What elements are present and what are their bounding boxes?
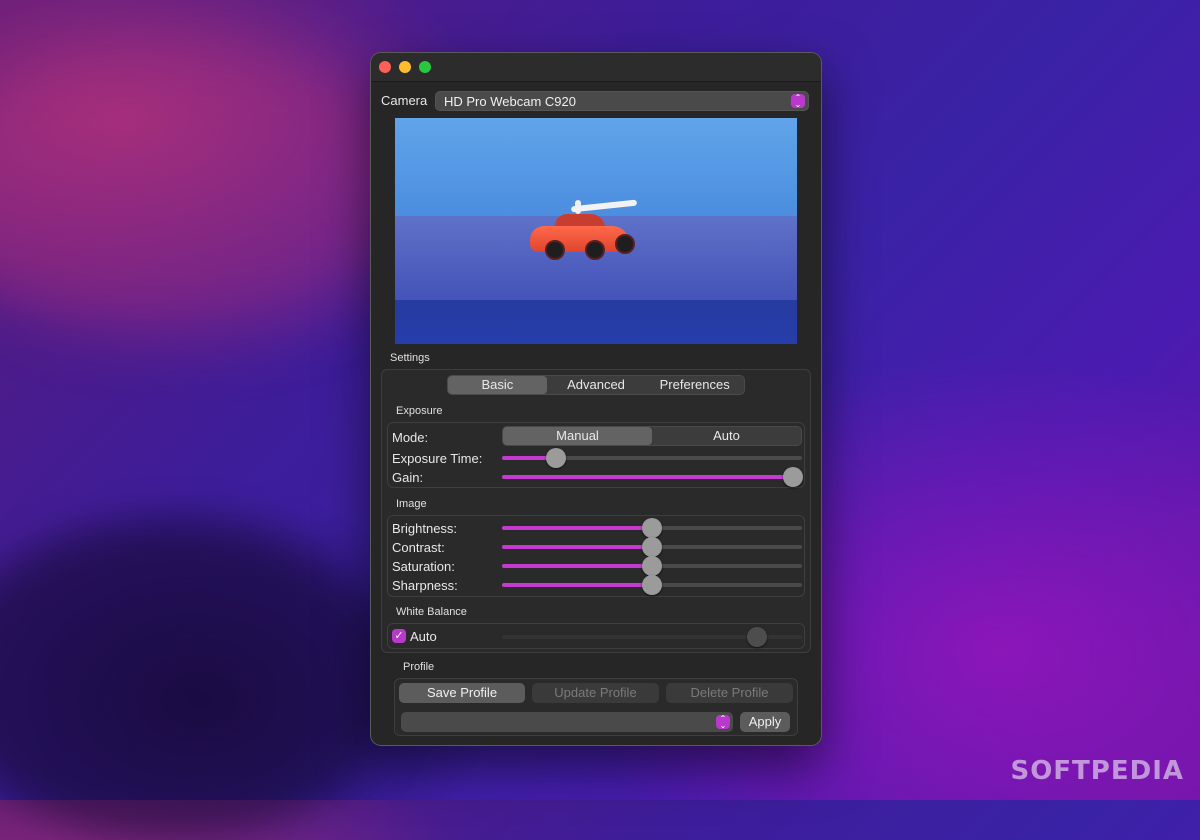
apply-button[interactable]: Apply: [740, 712, 790, 732]
profile-label: Profile: [403, 661, 435, 673]
slider-fill: [502, 526, 652, 530]
select-stepper-icon: ⌃ ⌄: [791, 94, 805, 109]
image-group: Brightness: Contrast: Saturation: Sharpn…: [387, 515, 805, 597]
camera-select[interactable]: HD Pro Webcam C920 ⌃ ⌄: [435, 91, 809, 111]
exposure-time-slider[interactable]: [502, 448, 802, 468]
slider-fill: [502, 475, 793, 479]
contrast-label: Contrast:: [392, 540, 445, 555]
settings-tabs: Basic Advanced Preferences: [447, 375, 745, 395]
title-bar: [371, 53, 821, 82]
delete-profile-button[interactable]: Delete Profile: [666, 683, 793, 703]
toy-car-wheel: [615, 234, 635, 254]
white-balance-slider: [502, 627, 802, 647]
sharpness-label: Sharpness:: [392, 578, 458, 593]
softpedia-watermark: SOFTPEDIA: [1010, 756, 1184, 786]
exposure-group: Mode: Manual Auto Exposure Time: Gain:: [387, 422, 805, 488]
slider-knob[interactable]: [642, 537, 662, 557]
close-window-button[interactable]: [379, 61, 391, 73]
settings-box: Basic Advanced Preferences Exposure Mode…: [381, 369, 811, 653]
exposure-mode-control: Manual Auto: [502, 426, 802, 446]
minimize-window-button[interactable]: [399, 61, 411, 73]
mode-manual[interactable]: Manual: [503, 427, 652, 445]
slider-knob[interactable]: [783, 467, 803, 487]
gain-slider[interactable]: [502, 467, 803, 487]
preview-shadow: [395, 300, 797, 344]
exposure-time-label: Exposure Time:: [392, 451, 483, 466]
white-balance-auto-checkbox[interactable]: ✓: [392, 629, 406, 643]
zoom-window-button[interactable]: [419, 61, 431, 73]
camera-select-value: HD Pro Webcam C920: [444, 94, 576, 109]
brightness-label: Brightness:: [392, 521, 458, 536]
white-balance-label: White Balance: [396, 606, 467, 618]
saturation-slider[interactable]: [502, 556, 802, 576]
select-stepper-icon: ⌃ ⌄: [716, 715, 730, 730]
brightness-slider[interactable]: [502, 518, 802, 538]
profile-group: Save Profile Update Profile Delete Profi…: [394, 678, 798, 736]
mode-auto[interactable]: Auto: [652, 427, 801, 445]
gain-label: Gain:: [392, 470, 424, 485]
tab-basic[interactable]: Basic: [448, 376, 547, 394]
slider-fill: [502, 564, 652, 568]
white-balance-auto-label: Auto: [410, 629, 437, 644]
saturation-label: Saturation:: [392, 559, 455, 574]
slider-knob[interactable]: [546, 448, 566, 468]
profile-select[interactable]: ⌃ ⌄: [401, 712, 733, 732]
slider-knob[interactable]: [642, 575, 662, 595]
slider-knob: [747, 627, 767, 647]
white-balance-group: ✓ Auto: [387, 623, 805, 649]
contrast-slider[interactable]: [502, 537, 802, 557]
camera-label: Camera: [381, 93, 428, 108]
app-window: Camera HD Pro Webcam C920 ⌃ ⌄ Settings Ba…: [370, 52, 822, 746]
toy-car-wheel: [585, 240, 605, 260]
tab-preferences[interactable]: Preferences: [645, 376, 744, 394]
exposure-label: Exposure: [396, 405, 443, 417]
slider-fill: [502, 583, 652, 587]
settings-label: Settings: [390, 352, 430, 364]
slider-knob[interactable]: [642, 518, 662, 538]
slider-knob[interactable]: [642, 556, 662, 576]
camera-preview: [395, 118, 797, 344]
image-label: Image: [396, 498, 427, 510]
slider-fill: [502, 545, 652, 549]
mode-label: Mode:: [392, 430, 429, 445]
save-profile-button[interactable]: Save Profile: [399, 683, 525, 703]
update-profile-button[interactable]: Update Profile: [532, 683, 659, 703]
toy-car-wheel: [545, 240, 565, 260]
tab-advanced[interactable]: Advanced: [547, 376, 646, 394]
sharpness-slider[interactable]: [502, 575, 802, 595]
